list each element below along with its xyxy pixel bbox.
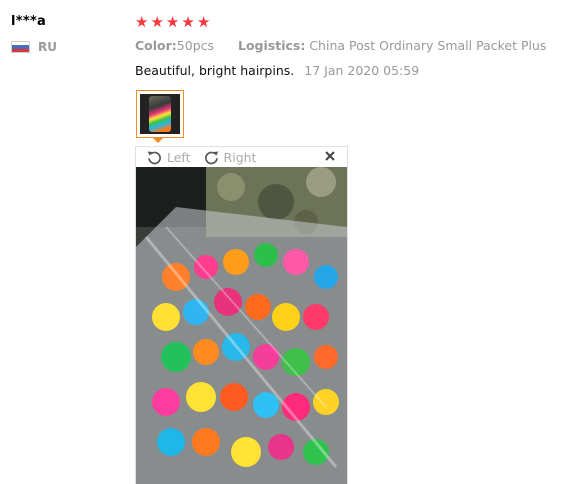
logistics-label: Logistics: (238, 38, 306, 53)
star-icon: ★ (181, 13, 195, 31)
color-value: 50pcs (176, 38, 215, 53)
rotate-right-label: Right (223, 149, 257, 165)
photo-viewer: Left Right (135, 146, 348, 484)
close-viewer-button[interactable] (323, 149, 337, 163)
logistics-value: China Post Ordinary Small Packet Plus (309, 38, 547, 53)
feedback-text: Beautiful, bright hairpins. (135, 63, 295, 78)
buyer-country: RU (11, 40, 57, 54)
star-icon: ★ (150, 13, 164, 31)
rotate-right-icon (204, 151, 218, 164)
russia-flag-icon (11, 41, 30, 53)
thumbnail-image (140, 94, 180, 134)
review-item: l***a RU ★ ★ ★ ★ ★ Color:50pcs Logistics… (0, 0, 566, 484)
order-attributes: Color:50pcs Logistics: China Post Ordina… (135, 38, 546, 53)
feedback-date: 17 Jan 2020 05:59 (304, 63, 420, 78)
country-code: RU (38, 40, 57, 54)
close-icon (325, 151, 335, 161)
thumbnail-pointer (152, 137, 164, 143)
review-photo (136, 167, 347, 484)
star-rating: ★ ★ ★ ★ ★ (135, 13, 210, 31)
color-label: Color: (135, 38, 177, 53)
rotate-left-button[interactable]: Left (146, 149, 191, 166)
feedback: Beautiful, bright hairpins. 17 Jan 2020 … (135, 63, 419, 78)
rotate-right-button[interactable]: Right (203, 149, 257, 166)
star-icon: ★ (196, 13, 211, 31)
star-icon: ★ (135, 13, 149, 31)
viewer-toolbar: Left Right (136, 147, 347, 167)
buyer-name: l***a (11, 14, 47, 29)
rotate-left-icon (147, 151, 161, 164)
review-photo-thumbnail[interactable] (136, 90, 184, 138)
rotate-left-label: Left (167, 149, 191, 165)
star-icon: ★ (165, 13, 180, 31)
